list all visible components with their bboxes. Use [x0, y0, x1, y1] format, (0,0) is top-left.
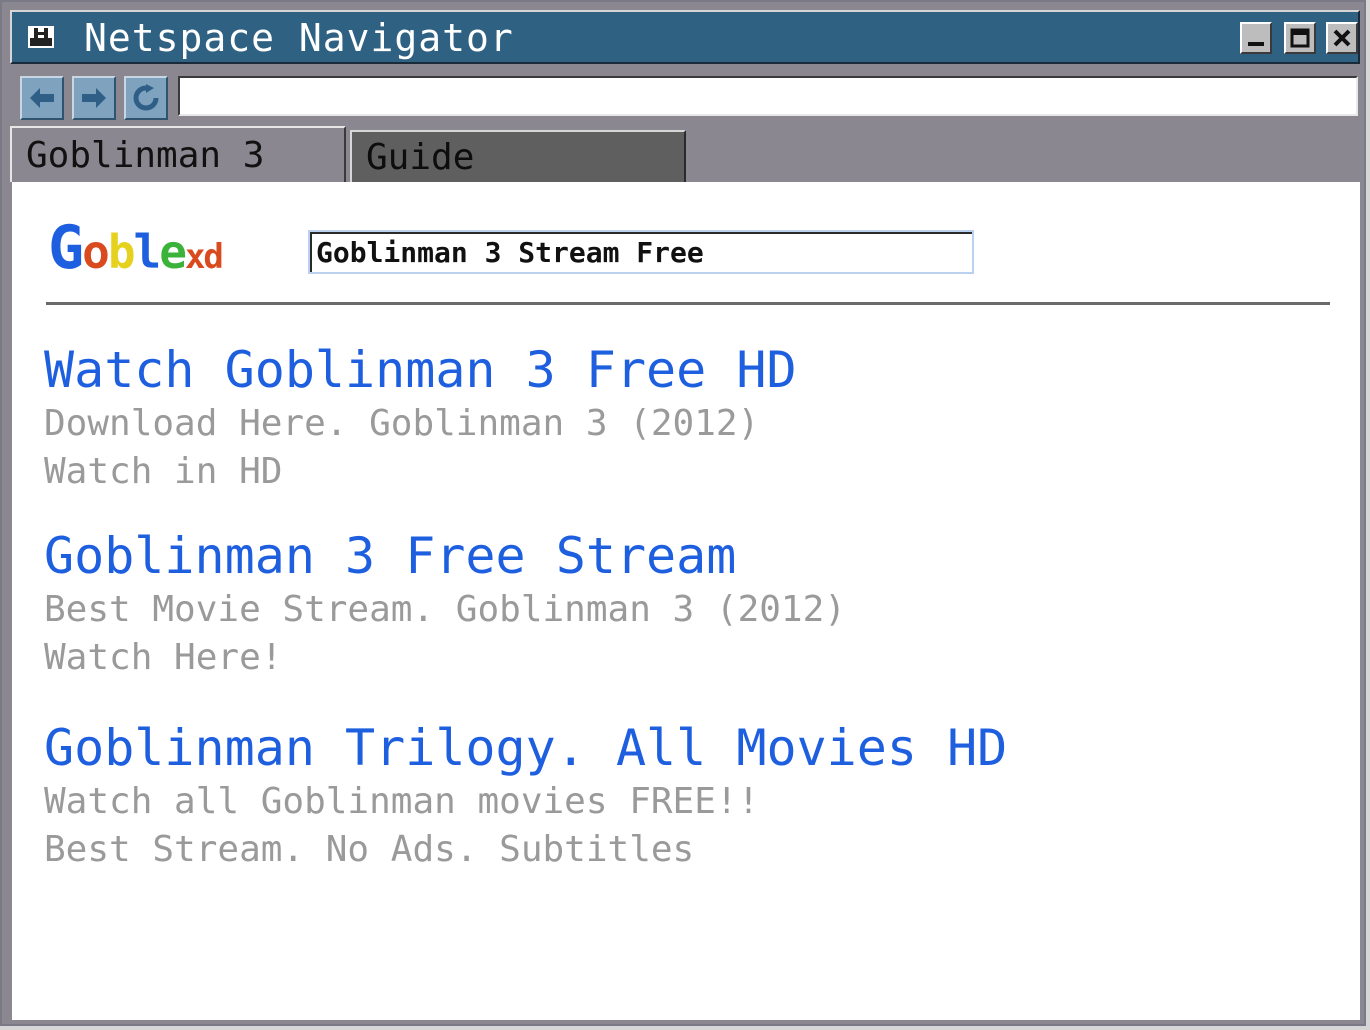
reload-button[interactable]	[124, 76, 168, 120]
page-content: Goblexd Watch Goblinman 3 Free HD Downlo…	[12, 182, 1360, 1020]
search-result: Goblinman 3 Free Stream Best Movie Strea…	[44, 526, 846, 682]
divider	[46, 302, 1330, 305]
arrow-right-icon	[82, 88, 106, 108]
result-link[interactable]: Goblinman 3 Free Stream	[44, 526, 846, 586]
window-title: Netspace Navigator	[84, 16, 514, 60]
result-description: Best Movie Stream. Goblinman 3 (2012)	[44, 589, 846, 630]
reload-icon	[133, 84, 159, 111]
maximize-icon	[1290, 28, 1310, 48]
tab-guide[interactable]: Guide	[350, 130, 686, 182]
close-icon	[1333, 29, 1351, 47]
title-bar[interactable]: Netspace Navigator	[10, 10, 1360, 64]
address-bar[interactable]	[178, 76, 1358, 116]
close-button[interactable]	[1326, 22, 1358, 54]
result-description: Watch all Goblinman movies FREE!!	[44, 781, 760, 822]
result-link[interactable]: Goblinman Trilogy. All Movies HD	[44, 718, 1007, 778]
browser-window: Netspace Navigator Goblinman 3 Guide Gob…	[0, 0, 1366, 1026]
search-engine-logo[interactable]: Goblexd	[48, 213, 224, 283]
search-result: Watch Goblinman 3 Free HD Download Here.…	[44, 340, 797, 496]
search-result: Goblinman Trilogy. All Movies HD Watch a…	[44, 718, 1007, 874]
back-button[interactable]	[20, 76, 64, 120]
result-description: Download Here. Goblinman 3 (2012)	[44, 403, 760, 444]
result-description: Best Stream. No Ads. Subtitles	[44, 829, 695, 870]
logo-letter: o	[82, 225, 110, 279]
logo-letter: G	[48, 213, 84, 283]
result-description: Watch Here!	[44, 637, 283, 678]
result-description: Watch in HD	[44, 451, 283, 492]
minimize-button[interactable]	[1240, 22, 1272, 54]
logo-letter: x	[184, 237, 206, 277]
arrow-left-icon	[30, 88, 54, 108]
tab-bar: Goblinman 3 Guide	[10, 126, 1360, 182]
navigation-toolbar	[10, 68, 1360, 124]
search-input[interactable]	[308, 230, 974, 274]
result-link[interactable]: Watch Goblinman 3 Free HD	[44, 340, 797, 400]
logo-letter: e	[159, 225, 187, 279]
minimize-icon	[1248, 42, 1264, 46]
app-icon	[26, 24, 56, 50]
tab-goblinman-3[interactable]: Goblinman 3	[10, 126, 346, 182]
logo-letter: d	[203, 237, 224, 277]
forward-button[interactable]	[72, 76, 116, 120]
maximize-button[interactable]	[1284, 22, 1316, 54]
logo-letter: b	[107, 225, 136, 279]
logo-letter: l	[133, 225, 162, 279]
